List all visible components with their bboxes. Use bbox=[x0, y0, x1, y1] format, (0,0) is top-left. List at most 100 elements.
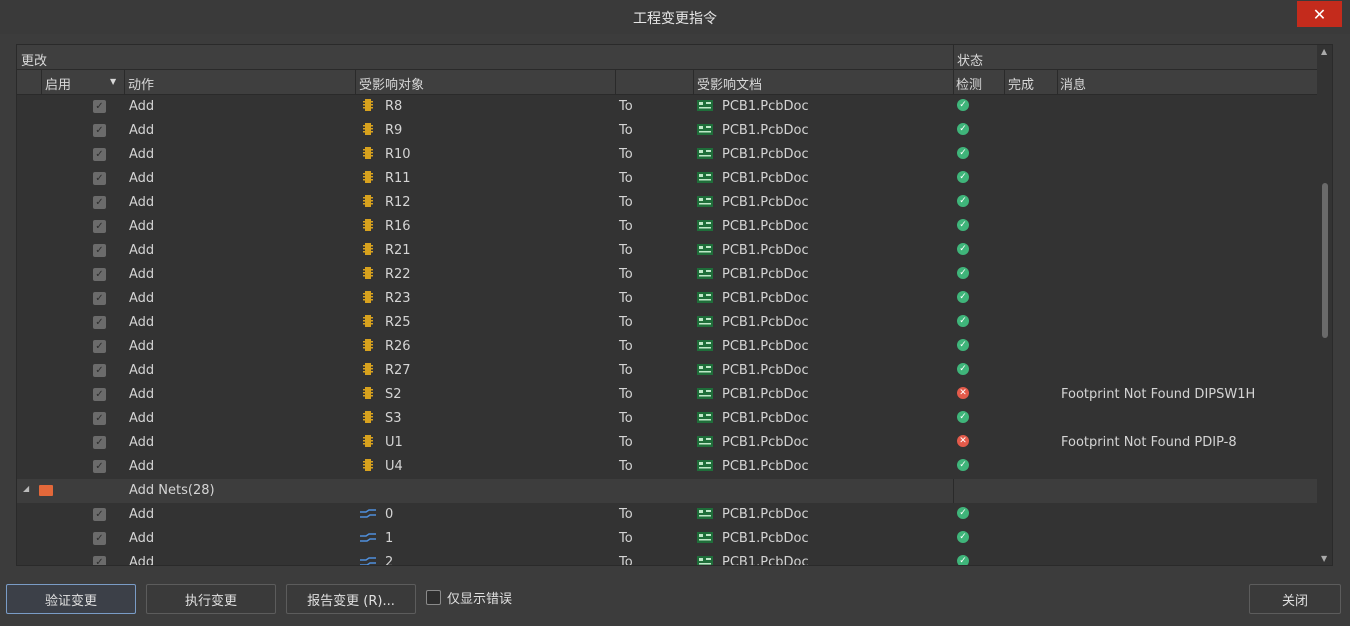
to-cell: To bbox=[619, 243, 633, 258]
affected-object-cell: 1 bbox=[385, 531, 394, 546]
scroll-down-icon[interactable]: ▼ bbox=[1321, 554, 1327, 563]
pcb-document-icon bbox=[697, 436, 713, 447]
to-cell: To bbox=[619, 387, 633, 402]
only-errors-checkbox[interactable] bbox=[426, 590, 441, 605]
enable-checkbox[interactable]: ✓ bbox=[93, 292, 106, 305]
enable-checkbox[interactable]: ✓ bbox=[93, 316, 106, 329]
window-close-button[interactable]: ✕ bbox=[1297, 1, 1342, 27]
enable-checkbox[interactable]: ✓ bbox=[93, 268, 106, 281]
close-button[interactable]: 关闭 bbox=[1249, 584, 1341, 614]
enable-checkbox[interactable]: ✓ bbox=[93, 556, 106, 565]
enable-checkbox[interactable]: ✓ bbox=[93, 508, 106, 521]
to-cell: To bbox=[619, 315, 633, 330]
component-icon bbox=[363, 458, 373, 472]
column-divider[interactable] bbox=[355, 70, 356, 94]
affected-object-cell: R22 bbox=[385, 267, 411, 282]
column-divider[interactable] bbox=[1057, 70, 1058, 94]
column-message-header[interactable]: 消息 bbox=[1060, 74, 1086, 93]
table-row[interactable]: ✓ Add R8 To PCB1.PcbDoc ✓ bbox=[17, 95, 1317, 119]
group-row-add-nets[interactable]: ◢ Add Nets(28) bbox=[17, 479, 1317, 503]
only-errors-toggle[interactable]: 仅显示错误 bbox=[426, 588, 512, 607]
check-ok-icon: ✓ bbox=[957, 339, 969, 351]
enable-checkbox[interactable]: ✓ bbox=[93, 340, 106, 353]
sort-dropdown-icon[interactable]: ▼ bbox=[110, 77, 116, 86]
table-row[interactable]: ✓ Add R23 To PCB1.PcbDoc ✓ bbox=[17, 287, 1317, 311]
table-row[interactable]: ✓ Add R11 To PCB1.PcbDoc ✓ bbox=[17, 167, 1317, 191]
component-icon bbox=[363, 386, 373, 400]
column-divider[interactable] bbox=[124, 70, 125, 94]
column-divider[interactable] bbox=[693, 70, 694, 94]
collapse-arrow-icon[interactable]: ◢ bbox=[23, 484, 29, 493]
column-enable-header[interactable]: 启用 bbox=[45, 74, 71, 93]
enable-checkbox[interactable]: ✓ bbox=[93, 100, 106, 113]
table-row[interactable]: ✓ Add R9 To PCB1.PcbDoc ✓ bbox=[17, 119, 1317, 143]
component-icon bbox=[363, 242, 373, 256]
table-row[interactable]: ✓ Add R27 To PCB1.PcbDoc ✓ bbox=[17, 359, 1317, 383]
column-divider[interactable] bbox=[615, 70, 616, 94]
column-object-header[interactable]: 受影响对象 bbox=[359, 74, 424, 93]
affected-document-cell: PCB1.PcbDoc bbox=[722, 387, 809, 402]
check-ok-icon: ✓ bbox=[957, 555, 969, 565]
enable-checkbox[interactable]: ✓ bbox=[93, 412, 106, 425]
enable-checkbox[interactable]: ✓ bbox=[93, 220, 106, 233]
net-icon bbox=[359, 532, 377, 542]
vertical-scrollbar[interactable]: ▲ ▼ bbox=[1319, 45, 1331, 565]
table-row[interactable]: ✓ Add U1 To PCB1.PcbDoc ✕ Footprint Not Found … bbox=[17, 431, 1317, 455]
table-row[interactable]: ✓ Add R16 To PCB1.PcbDoc ✓ bbox=[17, 215, 1317, 239]
affected-object-cell: R16 bbox=[385, 219, 411, 234]
scroll-thumb[interactable] bbox=[1322, 183, 1328, 338]
column-done-header[interactable]: 完成 bbox=[1008, 74, 1034, 93]
net-row[interactable]: ✓ Add 0 To PCB1.PcbDoc ✓ bbox=[17, 503, 1317, 527]
table-row[interactable]: ✓ Add R22 To PCB1.PcbDoc ✓ bbox=[17, 263, 1317, 287]
scroll-up-icon[interactable]: ▲ bbox=[1321, 47, 1327, 56]
to-cell: To bbox=[619, 435, 633, 450]
table-row[interactable]: ✓ Add R21 To PCB1.PcbDoc ✓ bbox=[17, 239, 1317, 263]
window-title: 工程变更指令 bbox=[633, 11, 717, 27]
table-row[interactable]: ✓ Add R25 To PCB1.PcbDoc ✓ bbox=[17, 311, 1317, 335]
enable-checkbox[interactable]: ✓ bbox=[93, 460, 106, 473]
pcb-document-icon bbox=[697, 508, 713, 519]
enable-checkbox[interactable]: ✓ bbox=[93, 124, 106, 137]
changes-grid: 更改 状态 启用 ▼ 动作 受影响对象 受影响文档 检测 完成 消息 ✓ Add R… bbox=[16, 44, 1333, 566]
column-divider[interactable] bbox=[41, 70, 42, 94]
column-divider[interactable] bbox=[1004, 70, 1005, 94]
component-icon bbox=[363, 290, 373, 304]
column-document-header[interactable]: 受影响文档 bbox=[697, 74, 762, 93]
enable-checkbox[interactable]: ✓ bbox=[93, 364, 106, 377]
group-status-label: 状态 bbox=[957, 54, 984, 69]
group-divider bbox=[953, 45, 954, 69]
to-cell: To bbox=[619, 411, 633, 426]
enable-checkbox[interactable]: ✓ bbox=[93, 388, 106, 401]
action-cell: Add bbox=[129, 243, 155, 258]
net-row[interactable]: ✓ Add 1 To PCB1.PcbDoc ✓ bbox=[17, 527, 1317, 551]
report-changes-button[interactable]: 报告变更 (R)... bbox=[286, 584, 416, 614]
affected-object-cell: R12 bbox=[385, 195, 411, 210]
affected-document-cell: PCB1.PcbDoc bbox=[722, 339, 809, 354]
enable-checkbox[interactable]: ✓ bbox=[93, 148, 106, 161]
table-row[interactable]: ✓ Add R12 To PCB1.PcbDoc ✓ bbox=[17, 191, 1317, 215]
enable-checkbox[interactable]: ✓ bbox=[93, 244, 106, 257]
column-check-header[interactable]: 检测 bbox=[956, 74, 982, 93]
validate-changes-button[interactable]: 验证变更 bbox=[6, 584, 136, 614]
execute-changes-button[interactable]: 执行变更 bbox=[146, 584, 276, 614]
table-row[interactable]: ✓ Add R10 To PCB1.PcbDoc ✓ bbox=[17, 143, 1317, 167]
table-row[interactable]: ✓ Add S2 To PCB1.PcbDoc ✕ Footprint Not Found … bbox=[17, 383, 1317, 407]
enable-checkbox[interactable]: ✓ bbox=[93, 172, 106, 185]
component-icon bbox=[363, 314, 373, 328]
enable-checkbox[interactable]: ✓ bbox=[93, 196, 106, 209]
column-action-header[interactable]: 动作 bbox=[128, 74, 154, 93]
table-row[interactable]: ✓ Add R26 To PCB1.PcbDoc ✓ bbox=[17, 335, 1317, 359]
action-cell: Add bbox=[129, 147, 155, 162]
affected-object-cell: U1 bbox=[385, 435, 403, 450]
column-divider[interactable] bbox=[953, 70, 954, 94]
net-row[interactable]: ✓ Add 2 To PCB1.PcbDoc ✓ bbox=[17, 551, 1317, 565]
table-row[interactable]: ✓ Add S3 To PCB1.PcbDoc ✓ bbox=[17, 407, 1317, 431]
table-row[interactable]: ✓ Add U4 To PCB1.PcbDoc ✓ bbox=[17, 455, 1317, 479]
to-cell: To bbox=[619, 339, 633, 354]
to-cell: To bbox=[619, 291, 633, 306]
enable-checkbox[interactable]: ✓ bbox=[93, 436, 106, 449]
folder-icon bbox=[39, 485, 53, 496]
action-cell: Add bbox=[129, 387, 155, 402]
to-cell: To bbox=[619, 555, 633, 565]
enable-checkbox[interactable]: ✓ bbox=[93, 532, 106, 545]
